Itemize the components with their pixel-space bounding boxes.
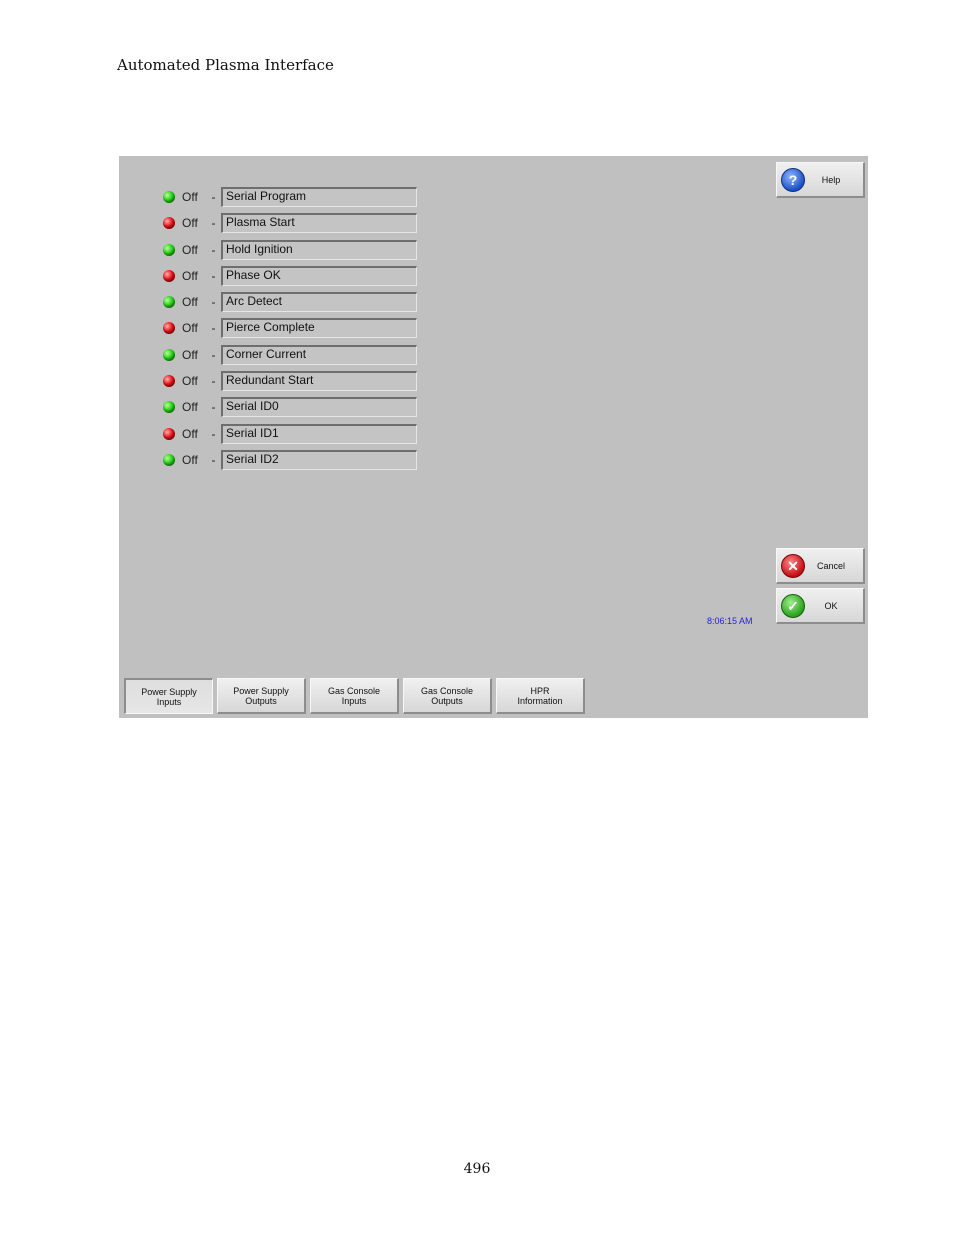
io-row: Off - Serial ID0 [163,396,417,418]
separator: - [211,400,216,414]
status-led-icon [163,401,175,413]
tab-label-line1: Power Supply [141,686,197,697]
tab-label-line1: Gas Console [420,685,474,696]
tab-label-line1: HPR [530,685,550,696]
help-label: Help [821,174,841,185]
tab-label: Power Supply Outputs [233,686,289,706]
io-row: Off - Corner Current [163,344,417,366]
io-row: Off - Hold Ignition [163,239,417,261]
tab-label-line2: Outputs [245,695,277,706]
io-row: Off - Arc Detect [163,291,417,313]
io-state: Off [182,374,198,388]
io-state: Off [182,190,198,204]
tab-label-line1: Power Supply [233,685,289,696]
status-led-icon [163,454,175,466]
tab-label: HPR Information [517,686,562,706]
status-led-icon [163,322,175,334]
io-label-field: Arc Detect [221,292,417,312]
tab-label-line1: Gas Console [327,685,381,696]
separator: - [211,243,216,257]
cancel-label: Cancel [816,560,845,571]
tab-gas-console-inputs[interactable]: Gas Console Inputs [310,678,399,714]
io-row: Off - Redundant Start [163,370,417,392]
io-label-field: Corner Current [221,345,417,365]
io-label-field: Plasma Start [221,213,417,233]
plasma-io-screen: Off - Serial Program Off - Plasma Start Off - Ho… [119,156,868,718]
separator: - [211,295,216,309]
tab-label-line2: Inputs [156,696,182,707]
io-row: Off - Serial Program [163,186,417,208]
status-led-icon [163,270,175,282]
status-led-icon [163,217,175,229]
io-label-field: Serial ID0 [221,397,417,417]
io-state: Off [182,321,198,335]
tab-label-line2: Information [517,695,563,706]
io-state: Off [182,269,198,283]
help-button[interactable]: ? Help [776,162,865,198]
io-label-field: Hold Ignition [221,240,417,260]
io-row: Off - Serial ID1 [163,423,417,445]
tab-gas-console-outputs[interactable]: Gas Console Outputs [403,678,492,714]
status-led-icon [163,296,175,308]
page-number: 496 [463,1161,491,1177]
status-led-icon [163,244,175,256]
question-icon: ? [781,168,805,192]
ok-label: OK [824,600,838,611]
separator: - [211,321,216,335]
tab-label-line2: Outputs [431,695,463,706]
document-header: Automated Plasma Interface [117,56,334,74]
io-row: Off - Plasma Start [163,212,417,234]
tab-label-line2: Inputs [341,695,367,706]
tab-power-supply-inputs[interactable]: Power Supply Inputs [124,678,213,714]
tab-hpr-information[interactable]: HPR Information [496,678,585,714]
separator: - [211,374,216,388]
separator: - [211,269,216,283]
io-row: Off - Serial ID2 [163,449,417,471]
io-state: Off [182,348,198,362]
io-label-field: Pierce Complete [221,318,417,338]
tab-label: Gas Console Inputs [328,686,380,706]
separator: - [211,216,216,230]
ok-button[interactable]: ✓ OK [776,588,865,624]
io-label-field: Redundant Start [221,371,417,391]
separator: - [211,453,216,467]
status-led-icon [163,191,175,203]
io-state: Off [182,453,198,467]
clock: 8:06:15 AM [707,616,753,626]
io-row: Off - Phase OK [163,265,417,287]
tab-label: Power Supply Inputs [141,687,197,707]
io-state: Off [182,216,198,230]
status-led-icon [163,349,175,361]
io-state: Off [182,295,198,309]
io-row: Off - Pierce Complete [163,317,417,339]
tab-power-supply-outputs[interactable]: Power Supply Outputs [217,678,306,714]
check-icon: ✓ [781,594,805,618]
separator: - [211,190,216,204]
x-icon: ✕ [781,554,805,578]
io-label-field: Phase OK [221,266,417,286]
io-state: Off [182,243,198,257]
io-label-field: Serial ID2 [221,450,417,470]
io-label-field: Serial Program [221,187,417,207]
io-state: Off [182,400,198,414]
cancel-button[interactable]: ✕ Cancel [776,548,865,584]
status-led-icon [163,375,175,387]
separator: - [211,348,216,362]
io-state: Off [182,427,198,441]
status-led-icon [163,428,175,440]
separator: - [211,427,216,441]
io-label-field: Serial ID1 [221,424,417,444]
tab-label: Gas Console Outputs [421,686,473,706]
